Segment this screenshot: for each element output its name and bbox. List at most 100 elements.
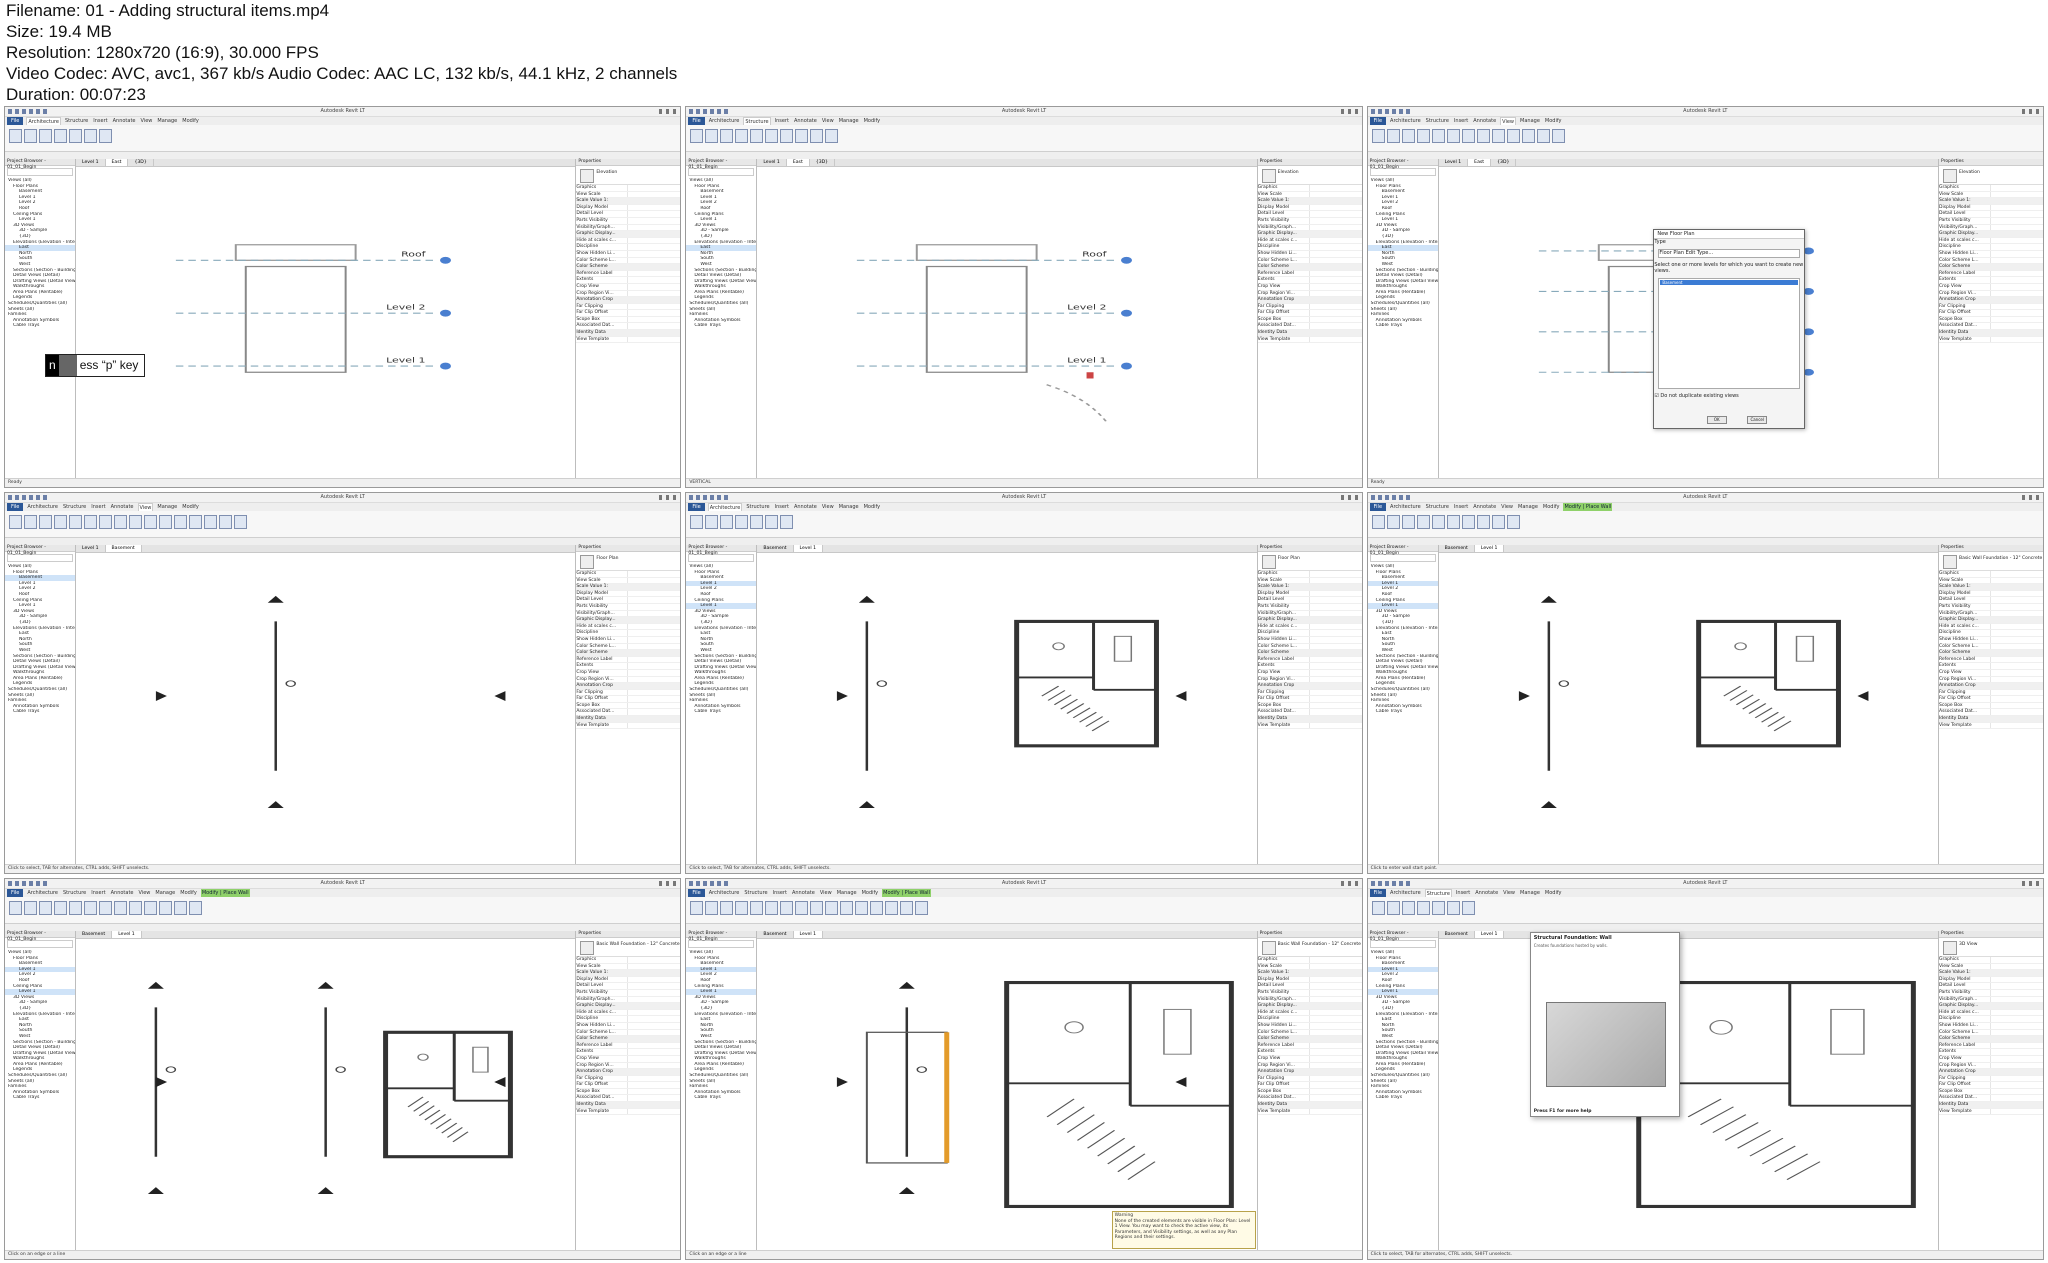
browser-tree-item[interactable]: Schedules/Quantities (all) <box>686 687 756 693</box>
property-row[interactable]: Crop View <box>1938 669 2043 677</box>
drawing-area[interactable]: Basement Level 1 <box>757 931 1257 1250</box>
ribbon-tool-icon[interactable] <box>84 129 97 143</box>
ribbon-tool-icon[interactable] <box>1461 129 1475 143</box>
property-row[interactable]: Extents <box>576 277 681 284</box>
view-tab[interactable]: Level 1 <box>757 159 787 166</box>
property-row[interactable]: Identity Data <box>1938 716 2043 723</box>
ribbon-tool-icon[interactable] <box>1461 901 1475 915</box>
property-row[interactable]: View Template <box>576 722 681 730</box>
property-row[interactable]: Parts Visibility <box>1257 217 1362 225</box>
property-row[interactable]: Far Clip Offset <box>1257 696 1362 703</box>
ribbon-tab[interactable]: Annotate <box>1472 117 1497 125</box>
drawing-area[interactable]: Level 1 East {3D} Roof Level 2 Level 1 <box>76 159 576 478</box>
ribbon-tool-icon[interactable] <box>1416 515 1430 529</box>
view-tab[interactable]: {3D} <box>810 159 836 166</box>
property-row[interactable]: Identity Data <box>576 330 681 337</box>
ribbon-tool-icon[interactable] <box>204 515 217 529</box>
ribbon-tab[interactable]: Insert <box>90 889 106 897</box>
ribbon-tool-icon[interactable] <box>765 901 779 915</box>
ribbon-tool-icon[interactable] <box>855 901 869 915</box>
ribbon-tab[interactable]: Modify <box>181 117 200 125</box>
property-row[interactable]: View Template <box>1938 1108 2043 1116</box>
property-row[interactable]: Parts Visibility <box>576 989 681 997</box>
type-selector[interactable]: Elevation <box>1938 166 2043 185</box>
property-row[interactable]: Color Scheme <box>1257 650 1362 657</box>
drawing-area[interactable]: Level 1East{3D}RoofLevel 2Level 1Basemen… <box>1438 159 1938 478</box>
ribbon-tab[interactable]: View <box>821 503 835 511</box>
ribbon-tool-icon[interactable] <box>720 129 734 143</box>
ribbon-tab[interactable]: Modify | Place Wall <box>1563 503 1613 511</box>
ribbon-tool-icon[interactable] <box>99 129 112 143</box>
canvas-drawing[interactable] <box>76 939 575 1250</box>
property-row[interactable]: Show Hidden Li... <box>576 636 681 644</box>
property-row[interactable]: Detail Level <box>1938 597 2043 604</box>
ribbon-tab[interactable]: Structure <box>1425 503 1450 511</box>
ribbon-tool-icon[interactable] <box>1386 515 1400 529</box>
ribbon-tool-icon[interactable] <box>1416 901 1430 915</box>
ribbon-tool-icon[interactable] <box>900 901 914 915</box>
property-row[interactable]: Show Hidden Li... <box>1938 636 2043 644</box>
property-row[interactable]: Graphics <box>1938 571 2043 578</box>
property-row[interactable]: Detail Level <box>1938 211 2043 218</box>
property-row[interactable]: Parts Visibility <box>1938 217 2043 225</box>
ribbon-tool-icon[interactable] <box>1476 129 1490 143</box>
property-row[interactable]: Show Hidden Li... <box>576 250 681 258</box>
drawing-area[interactable]: Basement Level 1 <box>1438 545 1938 864</box>
ribbon-tool-icon[interactable] <box>690 515 704 529</box>
ribbon-tab[interactable]: Annotate <box>1472 503 1497 511</box>
browser-tree-item[interactable]: Schedules/Quantities (all) <box>1368 687 1438 693</box>
ribbon-tab[interactable]: File <box>688 503 705 511</box>
property-row[interactable]: Show Hidden Li... <box>1938 250 2043 258</box>
property-row[interactable]: Crop View <box>1257 283 1362 291</box>
property-row[interactable]: Detail Level <box>1938 983 2043 990</box>
ribbon-tool-icon[interactable] <box>705 515 719 529</box>
browser-tree-item[interactable]: Cable Trays <box>1368 709 1438 715</box>
browser-tree-item[interactable]: Cable Trays <box>686 323 756 329</box>
ribbon-tool-icon[interactable] <box>810 901 824 915</box>
property-row[interactable]: Far Clip Offset <box>1938 310 2043 317</box>
property-row[interactable]: View Template <box>1938 336 2043 344</box>
property-row[interactable]: Scale Value 1: <box>576 584 681 591</box>
canvas-drawing[interactable] <box>76 553 575 864</box>
property-row[interactable]: Show Hidden Li... <box>1257 250 1362 258</box>
level-list[interactable]: Basement <box>1658 278 1801 389</box>
ribbon-tool-icon[interactable] <box>795 129 809 143</box>
ribbon-tab[interactable]: File <box>1369 117 1387 125</box>
ribbon-tool-icon[interactable] <box>1461 515 1475 529</box>
property-row[interactable]: Show Hidden Li... <box>1257 636 1362 644</box>
drawing-area[interactable]: Level 1 Basement <box>76 545 576 864</box>
property-row[interactable]: Scale Value 1: <box>1938 584 2043 591</box>
property-row[interactable]: Graphic Display... <box>1938 231 2043 238</box>
ribbon-tab[interactable]: Modify <box>863 503 882 511</box>
ribbon-tool-icon[interactable] <box>750 901 764 915</box>
ribbon-tool-icon[interactable] <box>24 515 37 529</box>
ribbon-tab[interactable]: Structure <box>1425 117 1450 125</box>
property-row[interactable]: Detail Level <box>1257 983 1362 990</box>
property-row[interactable]: Discipline <box>1938 630 2043 637</box>
quick-access-toolbar[interactable] <box>1370 495 1411 500</box>
ribbon-tab[interactable]: Insert <box>92 117 108 125</box>
ribbon-tool-icon[interactable] <box>1491 129 1505 143</box>
view-tab[interactable]: Level 1 <box>76 545 106 552</box>
property-row[interactable]: Annotation Crop <box>576 297 681 304</box>
ribbon-tool-icon[interactable] <box>234 515 247 529</box>
browser-tree-item[interactable]: Schedules/Quantities (all) <box>1368 301 1438 307</box>
ribbon-tab[interactable]: Manage <box>838 117 860 125</box>
ribbon-tool-icon[interactable] <box>1401 129 1415 143</box>
property-row[interactable]: Color Scheme <box>576 264 681 271</box>
window-controls[interactable] <box>1340 881 1359 886</box>
ribbon-tab[interactable]: Manage <box>836 889 858 897</box>
property-row[interactable]: Graphics <box>1938 957 2043 964</box>
property-row[interactable]: Graphic Display... <box>1938 1003 2043 1010</box>
browser-tree-item[interactable]: Elevations (Elevation - Inter <box>1368 240 1438 246</box>
ribbon-tool-icon[interactable] <box>1491 515 1505 529</box>
browser-tree-item[interactable]: Elevations (Elevation - Inter <box>1368 1012 1438 1018</box>
ribbon-tab[interactable]: File <box>1369 889 1387 897</box>
property-row[interactable]: View Template <box>1257 336 1362 344</box>
property-row[interactable]: Annotation Crop <box>1257 297 1362 304</box>
ribbon-tab[interactable]: Manage <box>156 503 178 511</box>
property-row[interactable]: Far Clip Offset <box>1257 310 1362 317</box>
ribbon-tool-icon[interactable] <box>39 901 52 915</box>
ribbon-tool-icon[interactable] <box>129 901 142 915</box>
property-row[interactable]: Annotation Crop <box>1257 1069 1362 1076</box>
